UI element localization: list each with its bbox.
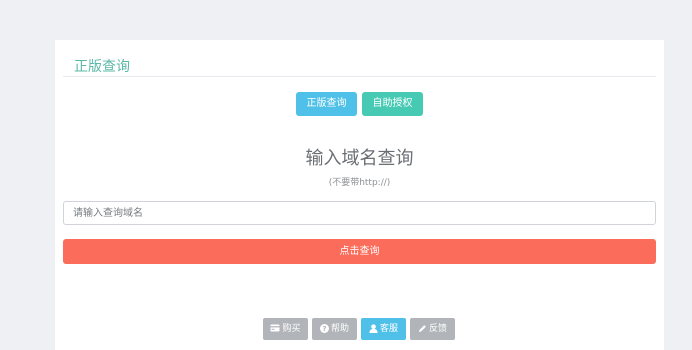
customer-service-button[interactable]: 客服	[361, 318, 406, 340]
feedback-button[interactable]: 反馈	[410, 318, 455, 340]
help-label: 帮助	[330, 324, 349, 334]
query-hint: (不要带http://)	[328, 178, 391, 188]
customer-service-label: 客服	[379, 324, 398, 334]
self-auth-button[interactable]: 自助授权	[362, 92, 423, 116]
buy-label: 购买	[282, 324, 301, 334]
query-panel: 正版查询 正版查询 自助授权 输入域名查询 (不要带http://) 点击查询 …	[55, 40, 664, 350]
svg-text:?: ?	[322, 324, 326, 333]
buy-button[interactable]: 购买	[263, 318, 308, 340]
user-icon	[369, 323, 378, 333]
panel-header: 正版查询	[63, 55, 656, 77]
domain-input[interactable]	[63, 201, 656, 225]
feedback-label: 反馈	[428, 324, 447, 334]
card-icon	[270, 324, 280, 332]
query-heading: 输入域名查询	[305, 148, 414, 169]
query-submit-button[interactable]: 点击查询	[63, 239, 656, 264]
genuine-query-button[interactable]: 正版查询	[296, 92, 357, 116]
help-button[interactable]: ? 帮助	[312, 318, 357, 340]
panel-title: 正版查询	[74, 59, 130, 75]
question-circle-icon: ?	[319, 323, 329, 333]
pencil-icon	[418, 324, 426, 332]
